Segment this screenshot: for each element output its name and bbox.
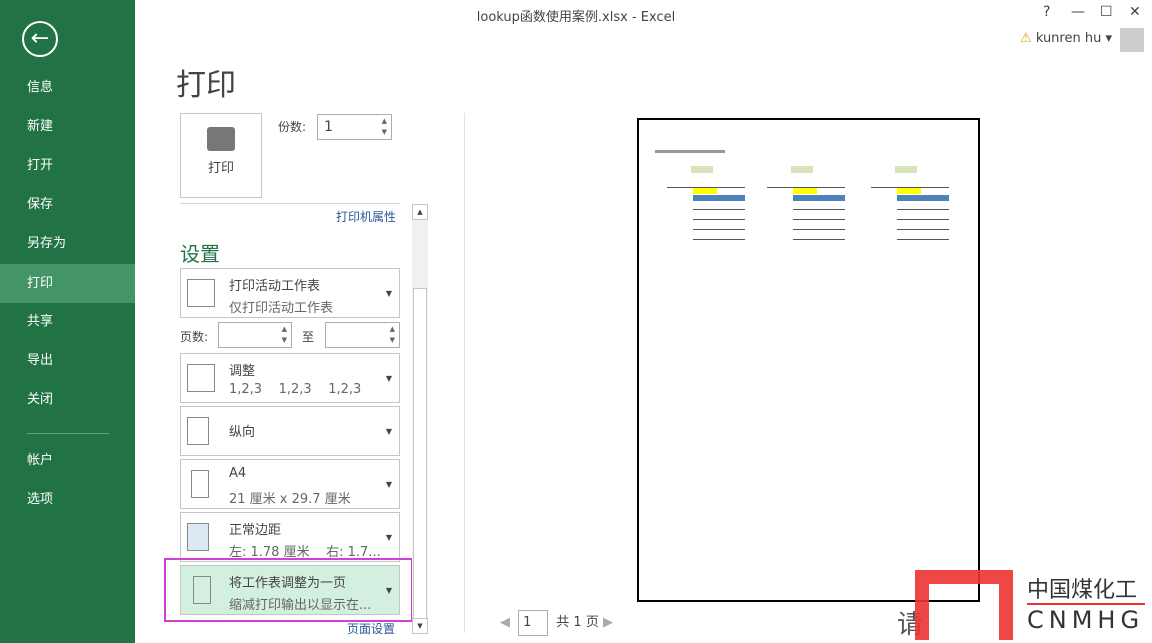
warning-icon: ⚠ — [1020, 31, 1036, 46]
pane-divider — [464, 113, 465, 633]
sidebar-item-open[interactable]: 打开 — [0, 146, 135, 185]
highlight-box — [164, 558, 413, 622]
chevron-down-icon: ▼ — [385, 374, 392, 383]
scroll-up-icon[interactable]: ▲ — [412, 204, 428, 220]
margins-icon — [187, 523, 209, 551]
copies-label: 份数: — [278, 120, 307, 134]
sidebar-item-export[interactable]: 导出 — [0, 341, 135, 380]
dropdown-title: 调整 — [229, 364, 256, 379]
dropdown-subtitle: 仅打印活动工作表 — [229, 301, 334, 316]
divider — [180, 203, 400, 204]
logo-cn: 中国煤化工 — [1027, 578, 1138, 603]
chevron-down-icon: ▼ — [385, 427, 392, 436]
spin-down-icon[interactable]: ▼ — [382, 128, 387, 136]
copies-value: 1 — [324, 119, 333, 135]
chevron-down-icon: ▼ — [385, 533, 392, 542]
print-preview-page — [637, 118, 980, 602]
logo-en: CNMHG — [1027, 606, 1145, 634]
preview-table — [767, 164, 847, 248]
dropdown-subtitle: 21 厘米 x 29.7 厘米 — [229, 492, 351, 507]
help-button[interactable]: ? — [1043, 4, 1050, 20]
settings-heading: 设置 — [180, 242, 220, 266]
backstage-sidebar: ← 信息 新建 打开 保存 另存为 打印 共享 导出 关闭 帐户 选项 — [0, 0, 135, 643]
pages-to-label: 至 — [302, 330, 315, 344]
window-title: lookup函数使用案例.xlsx - Excel — [476, 10, 676, 25]
sidebar-item-new[interactable]: 新建 — [0, 107, 135, 146]
maximize-button[interactable]: ☐ — [1100, 4, 1113, 20]
page-setup-link[interactable]: 页面设置 — [347, 620, 395, 637]
printer-icon — [207, 127, 235, 151]
sidebar-item-info[interactable]: 信息 — [0, 68, 135, 107]
sidebar-item-close[interactable]: 关闭 — [0, 380, 135, 419]
spin-up-icon[interactable]: ▲ — [382, 117, 387, 125]
collate-icon — [187, 364, 215, 392]
dropdown-subtitle: 1,2,3 1,2,3 1,2,3 — [229, 382, 362, 397]
preview-table — [667, 164, 747, 248]
sheet-grid-icon — [187, 279, 215, 307]
print-button[interactable]: 打印 — [180, 113, 262, 198]
orientation-dropdown[interactable]: 纵向 ▼ — [180, 406, 400, 456]
settings-scrollbar[interactable]: ▲ ▼ — [412, 204, 428, 634]
paper-size-dropdown[interactable]: A4 21 厘米 x 29.7 厘米 ▼ — [180, 459, 400, 509]
scroll-down-icon[interactable]: ▼ — [412, 618, 428, 634]
page-title: 打印 — [176, 68, 236, 103]
scroll-thumb[interactable] — [413, 288, 427, 628]
sidebar-item-save[interactable]: 保存 — [0, 185, 135, 224]
avatar[interactable] — [1120, 28, 1144, 52]
paper-icon — [191, 470, 209, 498]
page-to-input[interactable]: ▲ ▼ — [325, 322, 400, 348]
chevron-down-icon: ▼ — [385, 289, 392, 298]
copies-input[interactable]: 1 ▲ ▼ — [317, 114, 392, 140]
sidebar-item-print[interactable]: 打印 — [0, 264, 135, 303]
sidebar-item-options[interactable]: 选项 — [0, 480, 135, 519]
print-scope-dropdown[interactable]: 打印活动工作表 仅打印活动工作表 ▼ — [180, 268, 400, 318]
page-navigator: ◀ 1 共 1 页 ▶ — [500, 610, 613, 636]
sidebar-item-account[interactable]: 帐户 — [0, 441, 135, 480]
prev-page-icon[interactable]: ◀ — [500, 615, 510, 630]
printer-properties-link[interactable]: 打印机属性 — [336, 208, 396, 225]
next-page-icon[interactable]: ▶ — [603, 615, 613, 630]
user-account[interactable]: ⚠ kunren hu ▾ — [1020, 31, 1112, 46]
sidebar-item-save-as[interactable]: 另存为 — [0, 224, 135, 263]
sidebar-divider — [27, 433, 109, 434]
back-arrow-icon[interactable]: ← — [22, 21, 58, 57]
print-button-label: 打印 — [207, 161, 234, 176]
margins-dropdown[interactable]: 正常边距 左: 1.78 厘米 右: 1.7... ▼ — [180, 512, 400, 562]
dropdown-title: A4 — [229, 466, 247, 481]
logo-mark — [915, 570, 1013, 640]
minimize-button[interactable]: — — [1071, 4, 1085, 20]
dropdown-title: 打印活动工作表 — [229, 279, 321, 294]
sidebar-item-share[interactable]: 共享 — [0, 302, 135, 341]
user-name: kunren hu — [1035, 31, 1102, 46]
pages-label: 页数: — [180, 330, 209, 344]
dropdown-title: 正常边距 — [229, 523, 282, 538]
dropdown-title: 纵向 — [229, 425, 256, 440]
collation-dropdown[interactable]: 调整 1,2,3 1,2,3 1,2,3 ▼ — [180, 353, 400, 403]
total-pages: 共 1 页 — [556, 615, 599, 630]
current-page-input[interactable]: 1 — [518, 610, 549, 636]
chevron-down-icon: ▼ — [385, 480, 392, 489]
page-from-input[interactable]: ▲ ▼ — [218, 322, 292, 348]
close-button[interactable]: ✕ — [1129, 4, 1141, 20]
portrait-page-icon — [187, 417, 209, 445]
preview-table — [871, 164, 951, 248]
sheet-title-thumb — [655, 150, 725, 153]
